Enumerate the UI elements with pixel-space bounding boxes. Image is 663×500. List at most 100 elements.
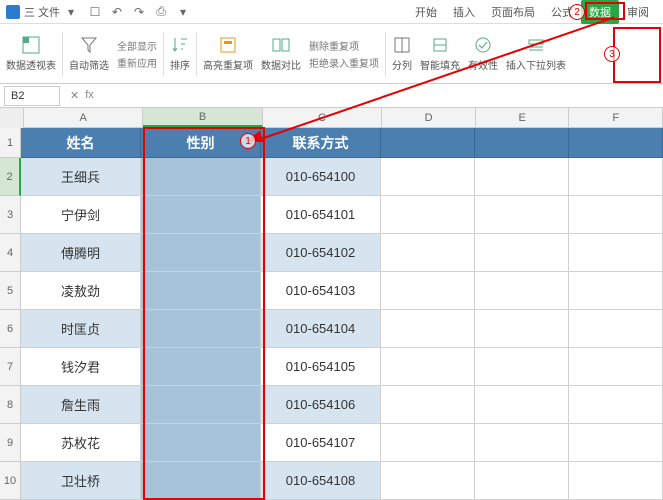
split-col-button[interactable]: 分列 [388,28,416,79]
row-header-7[interactable]: 7 [0,348,21,386]
cell-name[interactable]: 时匡贞 [21,310,141,348]
highlight-icon [218,35,238,55]
cell-name[interactable]: 苏枚花 [21,424,141,462]
sort-button[interactable]: 排序 [166,28,194,79]
cell-gender[interactable] [141,272,261,310]
cell-phone[interactable]: 010-654106 [261,386,381,424]
cell[interactable] [569,310,663,348]
cell-name[interactable]: 傅腾明 [21,234,141,272]
cell[interactable] [475,310,569,348]
cell[interactable] [569,348,663,386]
cell-phone[interactable]: 010-654102 [261,234,381,272]
row-header-1[interactable]: 1 [0,128,21,158]
cell[interactable] [381,128,475,158]
reapply-button[interactable]: 重新应用 [117,55,157,70]
cell[interactable] [569,272,663,310]
cell-phone[interactable]: 010-654107 [261,424,381,462]
cell-name[interactable]: 宁伊剑 [21,196,141,234]
cell-gender[interactable] [141,234,261,272]
header-name[interactable]: 姓名 [21,128,141,158]
cell[interactable] [475,158,569,196]
cell[interactable] [381,272,475,310]
cell-gender[interactable] [141,196,261,234]
cell[interactable] [475,348,569,386]
row-header-3[interactable]: 3 [0,196,21,234]
cell-name[interactable]: 钱汐君 [21,348,141,386]
cell[interactable] [381,310,475,348]
cell-gender[interactable] [141,348,261,386]
file-menu[interactable]: 三 文件 [24,4,60,20]
row-header-8[interactable]: 8 [0,386,21,424]
del-dup-button[interactable]: 删除重复项 [309,38,379,53]
cell-phone[interactable]: 010-654108 [261,462,381,500]
cell[interactable] [475,196,569,234]
cell-gender[interactable] [141,386,261,424]
dropdown-icon[interactable]: ▾ [64,5,78,19]
col-header-a[interactable]: A [24,108,143,127]
cell[interactable] [475,128,569,158]
name-box[interactable]: B2 [4,86,60,106]
cell-phone[interactable]: 010-654100 [261,158,381,196]
undo-icon[interactable]: ↶ [110,5,124,19]
row-header-9[interactable]: 9 [0,424,21,462]
data-compare-button[interactable]: 数据对比 [257,28,305,79]
cell[interactable] [569,128,663,158]
cell-phone[interactable]: 010-654101 [261,196,381,234]
cell-gender[interactable] [141,158,261,196]
print-icon[interactable]: ⎙ [154,5,168,19]
reject-dup-button[interactable]: 拒绝录入重复项 [309,55,379,70]
cell-gender[interactable] [141,462,261,500]
col-header-b[interactable]: B [143,108,262,127]
validity-button[interactable]: 有效性 [464,28,502,79]
highlight-dup-button[interactable]: 高亮重复项 [199,28,257,79]
cell[interactable] [475,424,569,462]
row-header-2[interactable]: 2 [0,158,21,196]
cell[interactable] [569,158,663,196]
col-header-e[interactable]: E [476,108,570,127]
cell[interactable] [381,158,475,196]
save-icon[interactable]: ☐ [88,5,102,19]
cell-name[interactable]: 王细兵 [21,158,141,196]
tab-insert[interactable]: 插入 [445,0,483,24]
cell[interactable] [381,462,475,500]
cell[interactable] [381,348,475,386]
row-header-4[interactable]: 4 [0,234,21,272]
select-all-corner[interactable] [0,108,24,128]
pivot-button[interactable]: 数据透视表 [2,28,60,79]
fx-icon[interactable]: fx [85,89,94,102]
tab-pagelayout[interactable]: 页面布局 [483,0,543,24]
cell[interactable] [475,234,569,272]
cell-name[interactable]: 卫壮桥 [21,462,141,500]
cell-phone[interactable]: 010-654103 [261,272,381,310]
cell-name[interactable]: 詹生雨 [21,386,141,424]
cell[interactable] [475,272,569,310]
cell[interactable] [381,386,475,424]
cell-name[interactable]: 凌敖劲 [21,272,141,310]
row-header-5[interactable]: 5 [0,272,21,310]
cell-gender[interactable] [141,424,261,462]
cell[interactable] [475,462,569,500]
col-header-d[interactable]: D [382,108,476,127]
cell[interactable] [569,234,663,272]
cell[interactable] [475,386,569,424]
row-header-6[interactable]: 6 [0,310,21,348]
redo-icon[interactable]: ↷ [132,5,146,19]
autofilter-button[interactable]: 自动筛选 [65,28,113,79]
cell[interactable] [569,196,663,234]
more-icon[interactable]: ▾ [176,5,190,19]
row-header-10[interactable]: 10 [0,462,21,500]
cell[interactable] [569,462,663,500]
cell[interactable] [569,386,663,424]
cell[interactable] [381,234,475,272]
cell[interactable] [569,424,663,462]
show-all-button[interactable]: 全部显示 [117,38,157,53]
cancel-icon[interactable]: ✕ [70,89,79,102]
tab-review[interactable]: 审阅 [619,0,657,24]
col-header-f[interactable]: F [569,108,663,127]
tab-start[interactable]: 开始 [407,0,445,24]
cell[interactable] [381,196,475,234]
cell-phone[interactable]: 010-654104 [261,310,381,348]
cell[interactable] [381,424,475,462]
cell-phone[interactable]: 010-654105 [261,348,381,386]
cell-gender[interactable] [141,310,261,348]
